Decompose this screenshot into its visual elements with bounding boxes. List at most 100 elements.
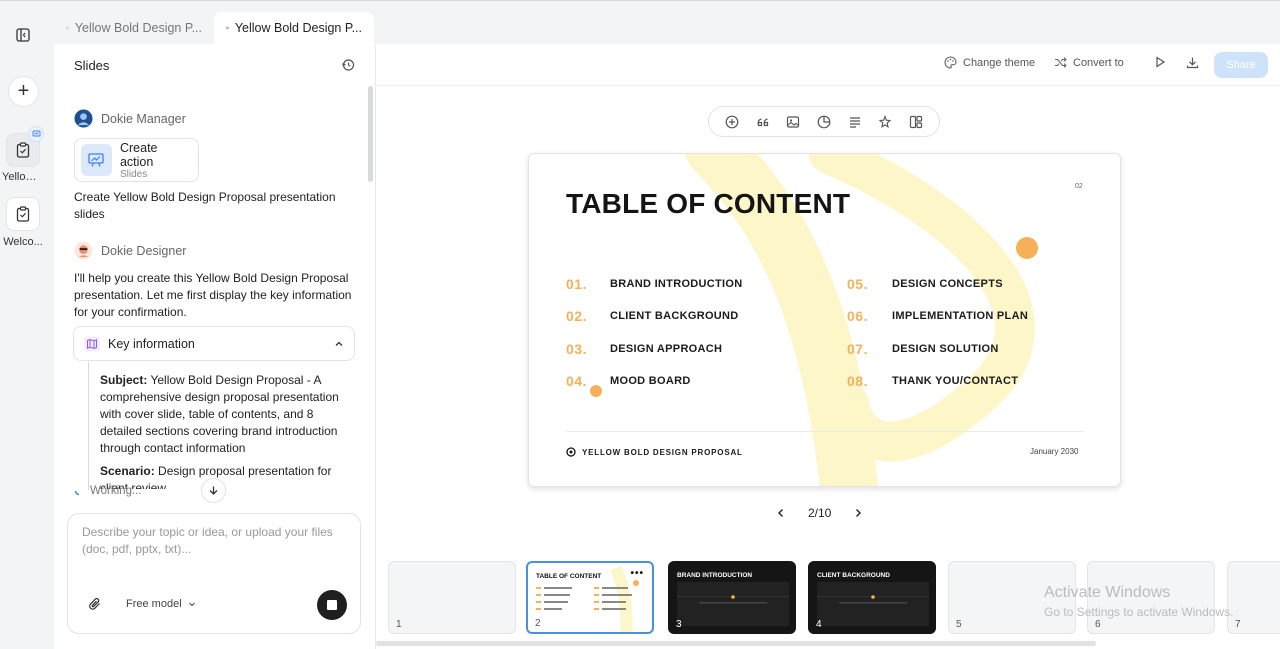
plus-icon: + [17, 80, 30, 102]
thumbnail[interactable]: 7 [1227, 561, 1280, 634]
key-information-label: Key information [108, 336, 195, 351]
toc-label: DESIGN SOLUTION [892, 343, 999, 355]
image-icon[interactable] [783, 112, 803, 132]
layout-icon[interactable] [906, 112, 926, 132]
history-icon [66, 26, 69, 30]
slide-title: TABLE OF CONTENT [566, 188, 851, 219]
key-information-toggle[interactable]: Key information [73, 326, 355, 361]
prompt-input[interactable] [82, 524, 352, 564]
map-icon [84, 336, 100, 351]
page-indicator: 2/10 [808, 506, 832, 520]
thumbnail-scrollbar[interactable] [376, 641, 1096, 646]
download-icon [1186, 57, 1199, 69]
slide-page-number: 02 [1075, 183, 1083, 190]
toggle-sidebar-icon[interactable] [8, 20, 38, 50]
toc-number: 03. [566, 341, 587, 357]
slide-footer: YELLOW BOLD DESIGN PROPOSAL [566, 447, 743, 457]
toc-number: 02. [566, 308, 587, 324]
subject-info: Subject: Yellow Bold Design Proposal - A… [100, 373, 339, 455]
thumbnail-selected[interactable]: TABLE OF CONTENT ••• 2 [526, 561, 654, 634]
working-status: Working... [74, 485, 142, 497]
slide-canvas[interactable]: TABLE OF CONTENT 02 01. BRAND INTRODUCTI… [528, 153, 1121, 487]
play-icon [1156, 56, 1166, 68]
chevron-down-icon [188, 602, 195, 607]
toc-number: 07. [847, 341, 868, 357]
stop-icon [327, 600, 337, 610]
new-chat-button[interactable]: + [8, 76, 39, 107]
manager-message: Create Yellow Bold Design Proposal prese… [74, 190, 336, 221]
toc-label: THANK YOU/CONTACT [892, 375, 1019, 387]
stop-button[interactable] [317, 590, 347, 620]
change-theme-button[interactable]: Change theme [944, 56, 1035, 69]
panel-scrollbar[interactable] [368, 86, 373, 182]
thumbnail[interactable]: BRAND INTRODUCTION 3 [668, 561, 796, 634]
rail-doc-welcome[interactable] [6, 197, 40, 231]
chevron-up-icon [335, 341, 343, 346]
toc-label: MOOD BOARD [610, 375, 691, 387]
action-subtitle: Slides [119, 168, 148, 180]
slide-pager: 2/10 [776, 506, 863, 520]
chevron-left-icon[interactable] [776, 508, 786, 518]
left-rail: + Yellow ... Welco... [0, 0, 1280, 649]
designer-author: Dokie Designer [74, 241, 186, 260]
toc-label: DESIGN APPROACH [610, 343, 723, 355]
quote-icon[interactable] [753, 112, 773, 132]
chevron-right-icon[interactable] [853, 508, 863, 518]
toc-label: CLIENT BACKGROUND [610, 310, 739, 322]
action-title: Create action [119, 140, 158, 169]
spinner-icon [74, 490, 80, 496]
create-action-card[interactable]: Create action Slides [74, 138, 199, 182]
tab-label: Yellow Bold Design P... [74, 21, 202, 35]
presentation-chart-icon [81, 144, 112, 176]
magic-icon[interactable] [875, 112, 895, 132]
toc-label: BRAND INTRODUCTION [610, 278, 743, 290]
toc-label: IMPLEMENTATION PLAN [892, 310, 1029, 322]
rail-doc-label: Yellow ... [2, 171, 46, 183]
target-logo-icon [566, 447, 576, 457]
presentation-icon [226, 26, 229, 30]
toc-number: 06. [847, 308, 868, 324]
download-button[interactable] [1186, 56, 1199, 69]
avatar [74, 241, 93, 260]
toc-label: DESIGN CONCEPTS [892, 278, 1003, 290]
palette-icon [944, 56, 957, 69]
activate-windows-watermark: Activate Windows Go to Settings to activ… [1044, 584, 1234, 619]
scroll-down-button[interactable] [201, 478, 226, 503]
panel-title: Slides [74, 57, 110, 73]
convert-to-button[interactable]: Convert to [1054, 56, 1124, 69]
tab-label: Yellow Bold Design P... [234, 21, 362, 35]
arrow-down-icon [209, 486, 218, 495]
thumbnail[interactable]: CLIENT BACKGROUND 4 [808, 561, 936, 634]
composer: Free model [67, 513, 361, 634]
history-icon[interactable] [341, 58, 355, 72]
tab-presentation[interactable]: Yellow Bold Design P... [214, 12, 374, 44]
tab-history[interactable]: Yellow Bold Design P... [54, 12, 214, 44]
manager-author: Dokie Manager [74, 109, 186, 128]
attach-icon[interactable] [88, 597, 102, 611]
toc-number: 01. [566, 276, 587, 292]
rail-doc-label: Welco... [3, 236, 43, 248]
thumbnail[interactable]: 1 [388, 561, 516, 634]
toc-number: 04. [566, 373, 587, 389]
slide-date: January 2030 [1030, 447, 1079, 456]
clipboard-icon [16, 142, 30, 158]
chart-icon[interactable] [814, 112, 834, 132]
tab-bar: Yellow Bold Design P... Yellow Bold Desi… [54, 12, 374, 44]
play-button[interactable] [1154, 56, 1166, 68]
top-toolbar: Change theme Convert to Share [376, 44, 1280, 86]
model-selector[interactable]: Free model [126, 598, 196, 610]
toc-number: 05. [847, 276, 868, 292]
clipboard-icon [16, 206, 30, 222]
toc-number: 08. [847, 373, 868, 389]
chat-panel: Slides Dokie Manager Create action Slide… [54, 44, 376, 649]
presentation-badge-icon [28, 126, 44, 142]
designer-message: I'll help you create this Yellow Bold De… [74, 271, 352, 319]
slide-edit-toolbar [708, 106, 940, 137]
add-element-icon[interactable] [722, 112, 742, 132]
shuffle-icon [1055, 57, 1067, 68]
more-icon[interactable]: ••• [630, 568, 644, 579]
main-editor: Change theme Convert to Share TABLE OF C… [376, 44, 1280, 649]
avatar [74, 109, 93, 128]
text-align-icon[interactable] [845, 112, 865, 132]
share-button[interactable]: Share [1214, 52, 1268, 78]
